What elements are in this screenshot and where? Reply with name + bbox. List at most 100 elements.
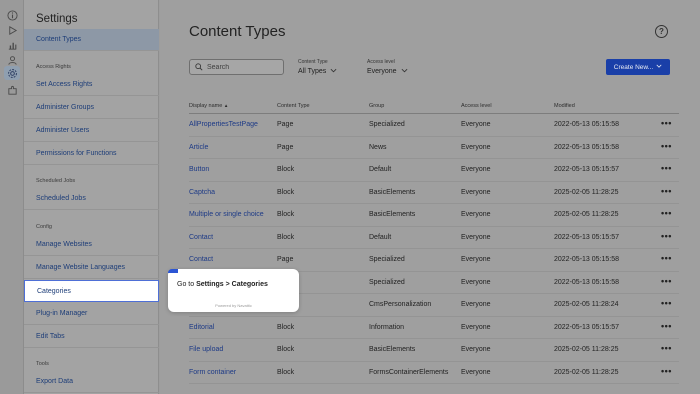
search-box[interactable]: [189, 59, 284, 75]
content-type-filter-label: Content Type: [298, 59, 328, 65]
icon-rail: [0, 0, 24, 394]
sidebar-item-plug-in-manager[interactable]: Plug-in Manager: [24, 303, 159, 325]
access-level-filter[interactable]: Access level Everyone: [367, 59, 408, 76]
row-display-name-link[interactable]: Button: [189, 166, 209, 173]
row-more-actions-icon[interactable]: •••: [661, 298, 672, 308]
row-more-actions-icon[interactable]: •••: [661, 118, 672, 128]
row-cell-access: Everyone: [461, 233, 491, 241]
row-more-actions-icon[interactable]: •••: [661, 366, 672, 376]
chart-icon[interactable]: [6, 39, 18, 51]
column-header-display-name[interactable]: Display name ▲: [189, 103, 228, 109]
row-display-name-link[interactable]: Captcha: [189, 189, 215, 196]
row-more-actions-icon[interactable]: •••: [661, 163, 672, 173]
row-more-actions-icon[interactable]: •••: [661, 253, 672, 263]
table-row[interactable]: Button Block Default Everyone 2022-05-13 05:…: [189, 159, 679, 182]
section-config: Config: [36, 224, 52, 230]
row-display-name-link[interactable]: AllPropertiesTestPage: [189, 121, 258, 128]
row-more-actions-icon[interactable]: •••: [661, 141, 672, 151]
sidebar-item-administer-users[interactable]: Administer Users: [24, 120, 159, 142]
row-cell-access: Everyone: [461, 323, 491, 331]
row-display-name-link[interactable]: Form container: [189, 369, 236, 376]
page-title: Content Types: [189, 23, 286, 40]
sidebar-item-set-access-rights[interactable]: Set Access Rights: [24, 74, 159, 96]
chevron-down-icon: [330, 67, 337, 76]
sidebar-item-manage-website-languages[interactable]: Manage Website Languages: [24, 257, 159, 279]
row-cell-group: BasicElements: [369, 211, 416, 218]
sidebar-item-scheduled-jobs[interactable]: Scheduled Jobs: [24, 188, 159, 210]
table-row[interactable]: Form container Block FormsContainerElement…: [189, 362, 679, 384]
section-access-rights: Access Rights: [36, 64, 71, 70]
create-new-button[interactable]: Create New...: [606, 59, 670, 75]
row-cell-type: Block: [277, 211, 295, 218]
table-row[interactable]: Contact Block Default Everyone 2022-05-13 05…: [189, 227, 679, 249]
row-cell-type: Block: [277, 188, 295, 196]
column-header-content-type[interactable]: Content Type: [277, 103, 310, 109]
sidebar-item-administer-groups[interactable]: Administer Groups: [24, 97, 159, 119]
row-more-actions-icon[interactable]: •••: [661, 231, 672, 241]
row-cell-mod: 2022-05-13 05:15:57: [554, 323, 619, 331]
column-header-modified[interactable]: Modified: [554, 103, 575, 109]
table-row[interactable]: Article Page News Everyone 2022-05-13 05:15:…: [189, 137, 679, 159]
row-cell-mod: 2022-05-13 05:15:58: [554, 143, 619, 151]
row-display-name-link[interactable]: File upload: [189, 346, 223, 353]
row-cell-type: Page: [277, 121, 294, 128]
table-row[interactable]: File upload Block BasicElements Everyone 202…: [189, 339, 679, 362]
gear-icon[interactable]: [4, 66, 20, 80]
row-display-name-link[interactable]: Article: [189, 144, 208, 151]
row-cell-mod: 2022-05-13 05:15:58: [554, 278, 619, 286]
puzzle-icon[interactable]: [6, 84, 18, 96]
chevron-down-icon: [401, 67, 408, 76]
sidebar-item-permissions-for-functions[interactable]: Permissions for Functions: [24, 143, 159, 165]
access-level-filter-label: Access level: [367, 59, 395, 65]
row-cell-mod: 2025-02-05 11:28:25: [554, 211, 619, 218]
row-display-name-link[interactable]: Contact: [189, 256, 213, 263]
row-cell-access: Everyone: [461, 188, 491, 196]
row-cell-group: Default: [369, 166, 392, 173]
sidebar-item-content-types[interactable]: Content Types: [24, 29, 159, 51]
row-more-actions-icon[interactable]: •••: [661, 321, 672, 331]
play-icon[interactable]: [6, 24, 18, 36]
column-header-access-level[interactable]: Access level: [461, 103, 492, 109]
table-row[interactable]: Captcha Block BasicElements Everyone 2025-02…: [189, 182, 679, 204]
sort-asc-icon: ▲: [223, 103, 229, 108]
sidebar-item-categories[interactable]: Categories: [24, 280, 159, 302]
row-display-name-link[interactable]: Editorial: [189, 324, 214, 331]
settings-sidebar: Settings Content Types Access Rights Set…: [24, 0, 159, 394]
row-cell-access: Everyone: [461, 166, 491, 173]
row-display-name-link[interactable]: Multiple or single choice: [189, 211, 264, 218]
sidebar-item-manage-websites[interactable]: Manage Websites: [24, 234, 159, 256]
table-row[interactable]: Multiple or single choice Block BasicEleme…: [189, 204, 679, 227]
row-cell-mod: 2022-05-13 05:15:58: [554, 256, 619, 263]
search-input[interactable]: [207, 63, 277, 71]
row-cell-access: Everyone: [461, 278, 491, 286]
users-icon[interactable]: [6, 54, 18, 66]
row-cell-access: Everyone: [461, 301, 491, 308]
sidebar-item-export-data[interactable]: Export Data: [24, 371, 159, 393]
row-display-name-link[interactable]: Contact: [189, 234, 213, 241]
table-row[interactable]: AllPropertiesTestPage Page Specialized Ever…: [189, 114, 679, 137]
row-more-actions-icon[interactable]: •••: [661, 343, 672, 353]
help-icon[interactable]: ?: [655, 25, 668, 38]
row-cell-group: BasicElements: [369, 346, 416, 353]
column-header-group[interactable]: Group: [369, 103, 384, 109]
row-cell-access: Everyone: [461, 211, 491, 218]
row-cell-type: Block: [277, 166, 295, 173]
content-type-filter[interactable]: Content Type All Types: [298, 59, 337, 76]
row-cell-group: BasicElements: [369, 188, 416, 196]
create-new-label: Create New...: [613, 63, 654, 71]
row-cell-type: Page: [277, 143, 294, 151]
row-cell-group: Default: [369, 233, 392, 241]
row-more-actions-icon[interactable]: •••: [661, 186, 672, 196]
row-cell-group: Information: [369, 323, 405, 331]
row-cell-mod: 2022-05-13 05:15:58: [554, 121, 619, 128]
row-more-actions-icon[interactable]: •••: [661, 208, 672, 218]
row-cell-type: Block: [277, 323, 295, 331]
table-row[interactable]: Editorial Block Information Everyone 2022-05…: [189, 317, 679, 339]
row-cell-access: Everyone: [461, 256, 491, 263]
sidebar-item-edit-tabs[interactable]: Edit Tabs: [24, 326, 159, 348]
row-cell-type: Block: [277, 346, 295, 353]
row-more-actions-icon[interactable]: •••: [661, 276, 672, 286]
info-icon[interactable]: [6, 9, 18, 21]
row-cell-group: Specialized: [369, 121, 405, 128]
row-cell-access: Everyone: [461, 368, 491, 376]
